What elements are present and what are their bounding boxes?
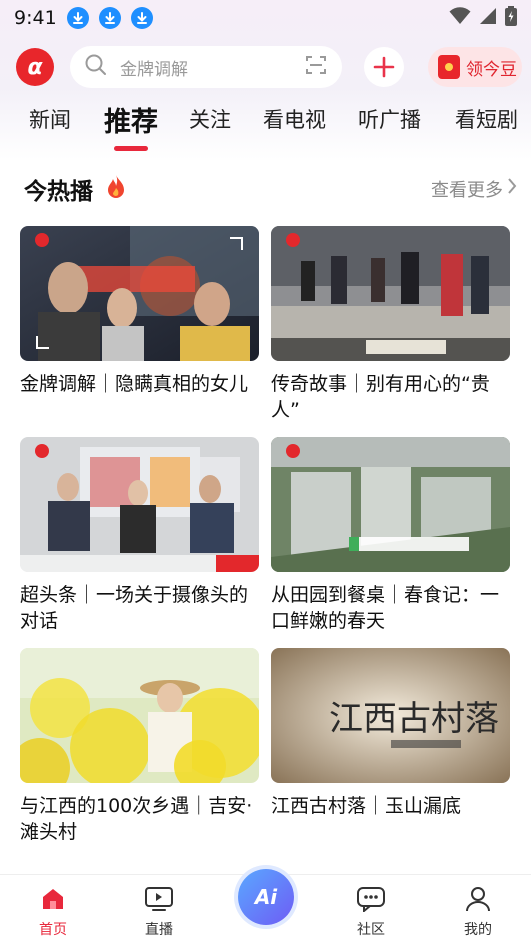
view-more-link[interactable]: 查看更多 <box>431 176 503 202</box>
nav-home[interactable]: 首页 <box>13 883 93 939</box>
tab-watch-tv[interactable]: 看电视 <box>263 104 326 134</box>
status-bar: 9:41 <box>0 0 531 36</box>
coin-label: 领今豆 <box>466 59 517 80</box>
active-tab-indicator <box>114 146 148 151</box>
video-title[interactable]: 与江西的100次乡遇｜吉安·滩头村 <box>20 793 259 845</box>
video-thumbnail[interactable]: 江西古村落 <box>271 648 510 783</box>
video-title[interactable]: 金牌调解｜隐瞒真相的女儿 <box>20 371 259 397</box>
tab-short-drama[interactable]: 看短剧 <box>455 104 518 134</box>
video-card[interactable]: 传奇故事｜别有用心的“贵人” <box>271 226 510 423</box>
ai-assistant-button[interactable]: Ai <box>238 869 294 925</box>
download-icon <box>66 7 89 29</box>
section-title: 今热播 <box>24 179 93 205</box>
tab-recommend[interactable]: 推荐 <box>104 100 158 139</box>
red-envelope-icon <box>438 55 460 79</box>
video-card[interactable]: 江西古村落 江西古村落｜玉山漏底 <box>271 648 510 819</box>
bottom-navigation: 首页 直播 Ai 社区 我的 <box>0 869 531 944</box>
tab-radio[interactable]: 听广播 <box>358 104 421 134</box>
video-card[interactable]: 超头条｜一场关于摄像头的对话 <box>20 437 259 634</box>
plus-icon <box>373 56 395 78</box>
video-thumbnail[interactable] <box>20 437 259 572</box>
search-box[interactable]: 金牌调解 <box>70 46 342 88</box>
status-time: 9:41 <box>14 7 57 29</box>
tab-news[interactable]: 新闻 <box>29 104 71 134</box>
video-thumbnail[interactable] <box>20 648 259 783</box>
video-thumbnail[interactable] <box>20 226 259 361</box>
signal-icon <box>479 7 497 29</box>
video-card[interactable]: 与江西的100次乡遇｜吉安·滩头村 <box>20 648 259 845</box>
logo-letter: α <box>27 54 43 80</box>
nav-profile-label: 我的 <box>464 922 492 938</box>
thumb-calligraphy: 江西古村落 <box>329 699 499 739</box>
video-card[interactable]: 从田园到餐桌｜春食记：一口鲜嫩的春天 <box>271 437 510 634</box>
download-icon <box>98 7 121 29</box>
nav-community-label: 社区 <box>357 922 385 938</box>
tab-follow[interactable]: 关注 <box>189 104 231 134</box>
nav-live[interactable]: 直播 <box>119 883 199 939</box>
coin-reward-button[interactable]: 领今豆 <box>428 47 522 87</box>
app-header: α 金牌调解 领今豆 <box>0 44 531 90</box>
channel-tabs: 新闻 推荐 关注 看电视 听广播 看短剧 <box>0 96 531 156</box>
scan-icon[interactable] <box>304 53 328 81</box>
search-placeholder: 金牌调解 <box>120 59 188 80</box>
chevron-right-icon[interactable] <box>507 177 517 199</box>
battery-icon <box>505 6 517 30</box>
nav-profile[interactable]: 我的 <box>438 883 518 939</box>
video-title[interactable]: 江西古村落｜玉山漏底 <box>271 793 510 819</box>
user-icon <box>438 883 518 915</box>
search-icon <box>84 53 108 81</box>
tv-icon <box>119 883 199 915</box>
video-card[interactable]: 金牌调解｜隐瞒真相的女儿 <box>20 226 259 397</box>
add-button[interactable] <box>364 47 404 87</box>
chat-icon <box>331 883 411 915</box>
wifi-icon <box>449 7 471 29</box>
app-logo[interactable]: α <box>16 48 54 86</box>
download-icon <box>130 7 153 29</box>
section-header: 今热播 查看更多 <box>0 166 531 210</box>
video-thumbnail[interactable] <box>271 437 510 572</box>
ai-icon: Ai <box>254 885 278 909</box>
nav-live-label: 直播 <box>145 922 173 938</box>
home-icon <box>13 883 93 915</box>
video-title[interactable]: 超头条｜一场关于摄像头的对话 <box>20 582 259 634</box>
video-title[interactable]: 传奇故事｜别有用心的“贵人” <box>271 371 510 423</box>
nav-community[interactable]: 社区 <box>331 883 411 939</box>
nav-home-label: 首页 <box>39 922 67 938</box>
video-thumbnail[interactable] <box>271 226 510 361</box>
video-title[interactable]: 从田园到餐桌｜春食记：一口鲜嫩的春天 <box>271 582 510 634</box>
flame-icon <box>106 174 126 204</box>
